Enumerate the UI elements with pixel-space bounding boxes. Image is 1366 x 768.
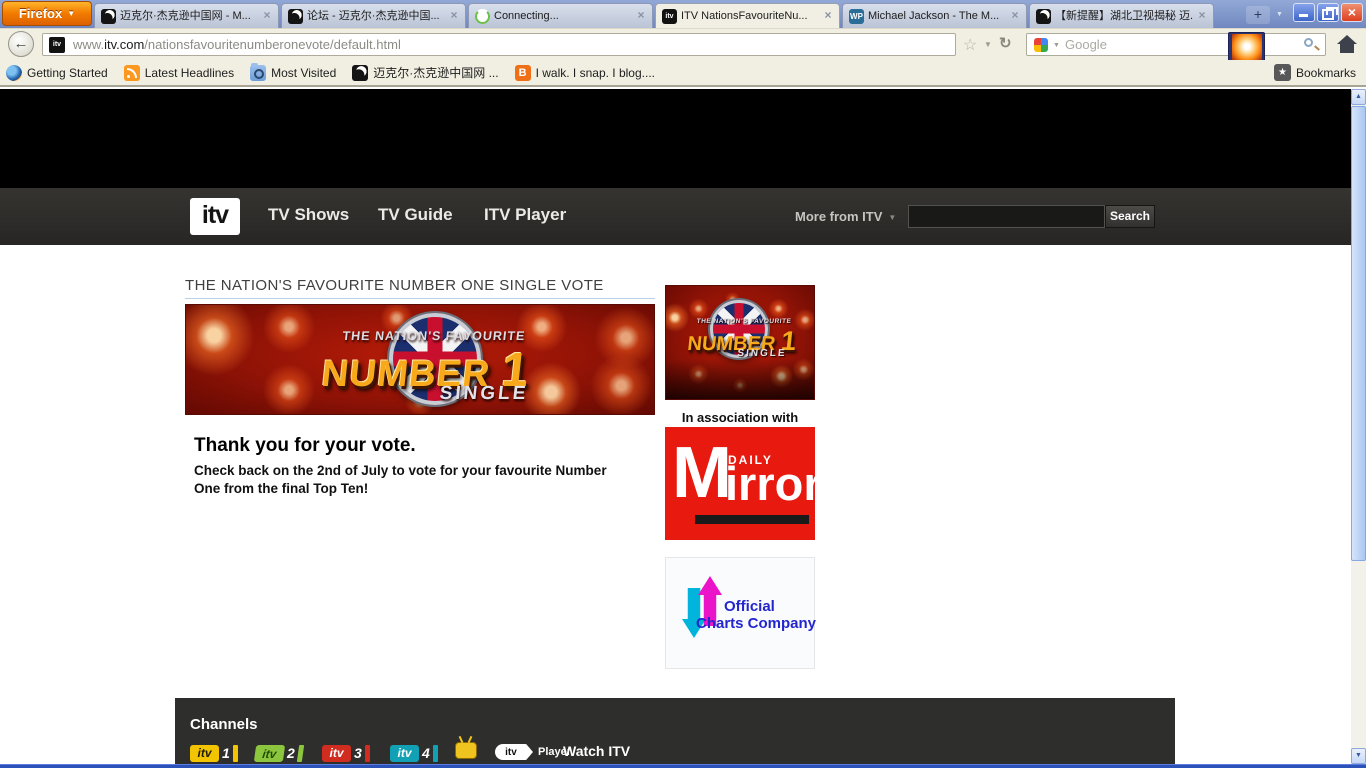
scroll-up-icon[interactable]: ▲ bbox=[1351, 89, 1366, 105]
search-input[interactable] bbox=[1065, 34, 1245, 55]
close-icon[interactable]: × bbox=[1008, 9, 1022, 23]
tab-connecting[interactable]: Connecting... × bbox=[468, 3, 653, 28]
chevron-down-icon: ▼ bbox=[67, 9, 75, 18]
wordpress-icon: WP bbox=[849, 9, 864, 24]
loading-spinner-icon bbox=[475, 9, 490, 24]
more-from-itv-dropdown[interactable]: More from ITV▼ bbox=[795, 209, 896, 224]
chevron-down-icon[interactable]: ▼ bbox=[984, 40, 992, 49]
list-all-tabs-icon[interactable]: ▼ bbox=[1276, 11, 1283, 18]
channel-itv2-logo[interactable]: itv 2 bbox=[255, 744, 303, 762]
back-button[interactable]: ← bbox=[8, 31, 34, 57]
tab-bar: Firefox▼ 迈克尔·杰克逊中国网 - M... × 论坛 - 迈克尔·杰克… bbox=[0, 0, 1366, 28]
window-bottom-border bbox=[0, 764, 1366, 768]
blogger-icon: B bbox=[515, 65, 531, 81]
close-icon[interactable]: × bbox=[260, 9, 274, 23]
thank-you-heading: Thank you for your vote. bbox=[194, 435, 416, 457]
channel-itv3-logo[interactable]: itv 3 bbox=[322, 744, 370, 762]
new-tab-button[interactable]: + bbox=[1246, 6, 1270, 24]
logo-reflection-shade bbox=[666, 359, 814, 399]
banner-tagline: THE NATION'S FAVOURITE bbox=[199, 329, 655, 343]
itv-logo[interactable]: itv bbox=[190, 198, 240, 235]
page-title: THE NATION'S FAVOURITE NUMBER ONE SINGLE… bbox=[185, 277, 604, 294]
close-icon[interactable]: × bbox=[1195, 9, 1209, 23]
association-label: In association with bbox=[665, 410, 815, 425]
mj-silhouette-icon bbox=[288, 9, 303, 24]
google-icon[interactable] bbox=[1034, 38, 1048, 52]
itv-nav-bar: itv TV Shows TV Guide ITV Player More fr… bbox=[0, 188, 1351, 245]
scrollbar[interactable]: ▲ ▼ bbox=[1351, 89, 1366, 764]
bookmark-star-icon[interactable]: ☆ bbox=[963, 35, 977, 55]
tab-wordpress[interactable]: WP Michael Jackson - The M... × bbox=[842, 3, 1027, 28]
close-icon[interactable]: × bbox=[447, 9, 461, 23]
sidebar-number-one-logo[interactable]: THE NATION'S FAVOURITE NUMBER 1 SINGLE bbox=[665, 285, 815, 400]
bookmark-most-visited[interactable]: Most Visited bbox=[250, 65, 336, 81]
page-top-black-band bbox=[0, 89, 1351, 188]
folder-search-icon bbox=[250, 65, 266, 81]
banner-single: SINGLE bbox=[249, 383, 655, 405]
url-bar[interactable]: itv www.itv.com/nationsfavouritenumberon… bbox=[42, 33, 956, 56]
home-icon[interactable] bbox=[1336, 35, 1358, 55]
itv-favicon-icon: itv bbox=[49, 37, 65, 53]
site-search-input[interactable] bbox=[908, 205, 1105, 228]
itv-favicon-icon: itv bbox=[662, 9, 677, 24]
firefox-icon bbox=[6, 65, 22, 81]
bookmarks-menu-button[interactable]: ★ Bookmarks bbox=[1274, 64, 1356, 81]
search-icon[interactable] bbox=[1304, 38, 1313, 47]
itv-player-logo[interactable]: itv Player bbox=[495, 744, 571, 760]
channels-heading: Channels bbox=[190, 716, 258, 733]
browser-window: Firefox▼ 迈克尔·杰克逊中国网 - M... × 论坛 - 迈克尔·杰克… bbox=[0, 0, 1366, 768]
minimize-button[interactable] bbox=[1293, 3, 1315, 22]
nav-link-tv-guide[interactable]: TV Guide bbox=[378, 205, 453, 225]
bookmarks-bar: Getting Started Latest Headlines Most Vi… bbox=[0, 60, 1366, 87]
restore-button[interactable] bbox=[1317, 3, 1339, 22]
close-icon[interactable]: × bbox=[821, 9, 835, 23]
bookmark-latest-headlines[interactable]: Latest Headlines bbox=[124, 65, 234, 81]
tab-mj-forum[interactable]: 论坛 - 迈克尔·杰克逊中国... × bbox=[281, 3, 466, 28]
heading-divider bbox=[185, 298, 655, 299]
site-footer: Channels itv 1 itv 2 itv 3 itv 4 itv Pla… bbox=[175, 698, 1175, 764]
page-viewport: itv TV Shows TV Guide ITV Player More fr… bbox=[0, 89, 1351, 764]
reload-icon[interactable]: ↻ bbox=[999, 34, 1012, 52]
number-one-single-banner: THE NATION'S FAVOURITE NUMBER 1 SINGLE bbox=[185, 304, 655, 415]
url-text: www.itv.com/nationsfavouritenumberonevot… bbox=[73, 34, 401, 55]
star-icon: ★ bbox=[1274, 64, 1291, 81]
channel-itv1-logo[interactable]: itv 1 bbox=[190, 744, 238, 762]
tab-itv-active[interactable]: itv ITV NationsFavouriteNu... × bbox=[655, 3, 840, 28]
chevron-down-icon: ▼ bbox=[888, 213, 896, 222]
bookmark-blog[interactable]: B I walk. I snap. I blog.... bbox=[515, 65, 655, 81]
rss-icon bbox=[124, 65, 140, 81]
mj-silhouette-icon bbox=[101, 9, 116, 24]
mj-silhouette-icon bbox=[352, 65, 368, 81]
mirror-black-bar bbox=[695, 515, 809, 524]
nav-link-itv-player[interactable]: ITV Player bbox=[484, 205, 566, 225]
firefox-menu-button[interactable]: Firefox▼ bbox=[2, 1, 92, 26]
daily-mirror-logo[interactable]: M DAILY irror bbox=[665, 427, 815, 540]
watch-itv-link[interactable]: Watch ITV bbox=[563, 743, 630, 759]
scroll-down-icon[interactable]: ▼ bbox=[1351, 748, 1366, 764]
channel-itv4-logo[interactable]: itv 4 bbox=[390, 744, 438, 762]
browser-search-bar[interactable]: ▼ bbox=[1026, 33, 1326, 56]
site-search-button[interactable]: Search bbox=[1105, 205, 1155, 228]
tab-hubei-tv[interactable]: 【新提醒】湖北卫视揭秘 迈... × bbox=[1029, 3, 1214, 28]
window-close-button[interactable] bbox=[1341, 3, 1363, 22]
official-charts-company-logo[interactable]: Official Charts Company bbox=[665, 557, 815, 669]
chevron-down-icon[interactable]: ▼ bbox=[1053, 42, 1060, 49]
scrollbar-thumb[interactable] bbox=[1351, 106, 1366, 561]
thank-you-body: Check back on the 2nd of July to vote fo… bbox=[194, 462, 632, 498]
close-icon[interactable]: × bbox=[634, 9, 648, 23]
mj-silhouette-icon bbox=[1036, 9, 1051, 24]
bookmark-getting-started[interactable]: Getting Started bbox=[6, 65, 108, 81]
bookmark-mj-china[interactable]: 迈克尔·杰克逊中国网 ... bbox=[352, 64, 498, 81]
tab-mj-china[interactable]: 迈克尔·杰克逊中国网 - M... × bbox=[94, 3, 279, 28]
nav-link-tv-shows[interactable]: TV Shows bbox=[268, 205, 349, 225]
citv-tv-icon[interactable] bbox=[455, 742, 477, 759]
